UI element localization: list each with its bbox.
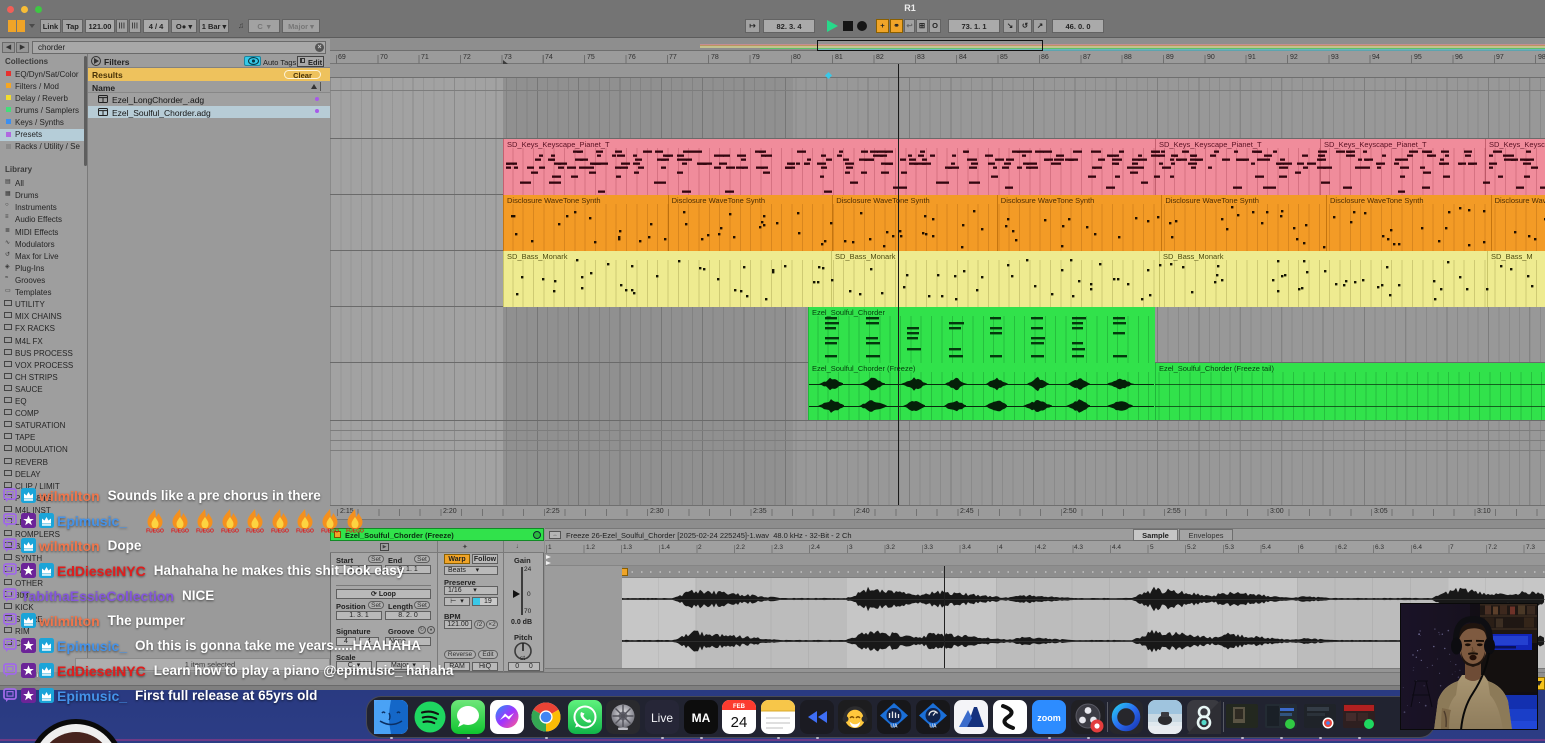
svg-text:Live: Live xyxy=(651,711,673,725)
svg-text:FUEGO: FUEGO xyxy=(221,529,239,533)
svg-text:zoom: zoom xyxy=(1037,713,1061,723)
svg-text:FUEGO: FUEGO xyxy=(146,529,164,533)
svg-text:24: 24 xyxy=(731,714,748,731)
svg-text:MA: MA xyxy=(692,711,711,725)
svg-text:FUEGO: FUEGO xyxy=(171,529,189,533)
svg-text:FUEGO: FUEGO xyxy=(246,529,264,533)
svg-text:FUEGO: FUEGO xyxy=(271,529,289,533)
svg-text:UA: UA xyxy=(890,724,898,730)
svg-text:UA: UA xyxy=(929,724,937,730)
svg-text:FUEGO: FUEGO xyxy=(196,529,214,533)
svg-text:FUEGO: FUEGO xyxy=(296,529,314,533)
svg-text:FEB: FEB xyxy=(733,704,746,710)
svg-text:FUEGO: FUEGO xyxy=(321,529,339,533)
svg-text:FUEGO: FUEGO xyxy=(346,529,364,533)
